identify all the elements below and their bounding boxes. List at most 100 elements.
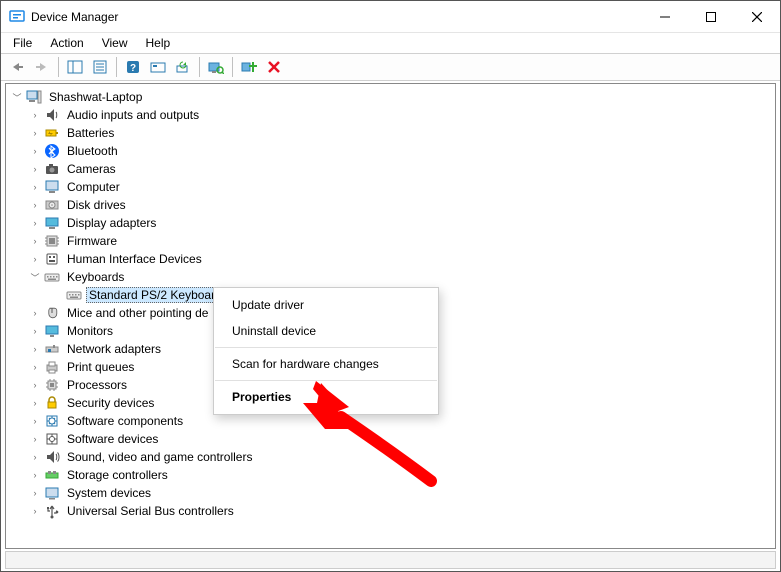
tree-category-label: Software devices	[64, 431, 161, 447]
tree-category-label: Bluetooth	[64, 143, 121, 159]
tree-category[interactable]: › Cameras	[6, 160, 775, 178]
category-icon	[44, 485, 60, 501]
category-icon	[44, 197, 60, 213]
category-icon	[44, 413, 60, 429]
expander-right-icon[interactable]: ›	[28, 324, 42, 338]
category-icon	[44, 125, 60, 141]
tree-category-label: Human Interface Devices	[64, 251, 205, 267]
toolbar: ?	[1, 53, 780, 81]
tree-category-label: Network adapters	[64, 341, 164, 357]
help-button[interactable]: ?	[121, 56, 145, 78]
category-icon	[44, 161, 60, 177]
toolbar-separator	[199, 57, 200, 77]
tree-category-label: Mice and other pointing de	[64, 305, 211, 321]
tree-category-label: Computer	[64, 179, 123, 195]
properties-button[interactable]	[88, 56, 112, 78]
expander-right-icon[interactable]: ›	[28, 144, 42, 158]
back-button[interactable]	[5, 56, 29, 78]
app-icon	[9, 9, 25, 25]
close-button[interactable]	[734, 1, 780, 32]
svg-text:?: ?	[130, 63, 136, 74]
category-icon	[44, 323, 60, 339]
context-menu: Update driver Uninstall device Scan for …	[213, 287, 439, 415]
menu-action[interactable]: Action	[42, 34, 91, 52]
expander-right-icon[interactable]: ›	[28, 252, 42, 266]
tree-category[interactable]: ›Firmware	[6, 232, 775, 250]
expander-right-icon[interactable]: ›	[28, 396, 42, 410]
update-driver-button[interactable]	[171, 56, 195, 78]
tree-category[interactable]: › Software devices	[6, 430, 775, 448]
computer-root-icon	[26, 89, 42, 105]
tree-category[interactable]: › Storage controllers	[6, 466, 775, 484]
tree-category[interactable]: ›Disk drives	[6, 196, 775, 214]
menu-file[interactable]: File	[5, 34, 40, 52]
scan-hardware-button[interactable]	[204, 56, 228, 78]
category-icon	[44, 179, 60, 195]
tree-category-label: Display adapters	[64, 215, 159, 231]
delete-button[interactable]	[262, 56, 286, 78]
tree-category-label: Cameras	[64, 161, 119, 177]
expander-right-icon[interactable]: ›	[28, 342, 42, 356]
show-hide-tree-button[interactable]	[63, 56, 87, 78]
tree-root[interactable]: ﹀ Shashwat-Laptop	[6, 88, 775, 106]
expander-right-icon[interactable]: ›	[28, 306, 42, 320]
expander-down-icon[interactable]: ﹀	[28, 270, 42, 284]
tree-category[interactable]: › Computer	[6, 178, 775, 196]
context-properties[interactable]: Properties	[214, 384, 438, 410]
menu-view[interactable]: View	[94, 34, 136, 52]
category-icon	[44, 341, 60, 357]
expander-right-icon[interactable]: ›	[28, 450, 42, 464]
expander-right-icon[interactable]: ›	[28, 216, 42, 230]
menu-help[interactable]: Help	[138, 34, 179, 52]
category-icon	[44, 305, 60, 321]
expander-right-icon[interactable]: ›	[28, 432, 42, 446]
tree-category[interactable]: › Universal Serial Bus controllers	[6, 502, 775, 520]
expander-right-icon[interactable]: ›	[28, 126, 42, 140]
context-separator	[215, 347, 437, 348]
category-icon	[44, 431, 60, 447]
tree-category[interactable]: › Human Interface Devices	[6, 250, 775, 268]
tree-category-label: System devices	[64, 485, 154, 501]
expander-right-icon[interactable]: ›	[28, 360, 42, 374]
tree-category[interactable]: ﹀Keyboards	[6, 268, 775, 286]
category-icon	[44, 377, 60, 393]
tree-category[interactable]: ›Sound, video and game controllers	[6, 448, 775, 466]
tree-category-label: Monitors	[64, 323, 116, 339]
expander-right-icon[interactable]: ›	[28, 162, 42, 176]
maximize-button[interactable]	[688, 1, 734, 32]
tree-category-label: Software components	[64, 413, 186, 429]
expander-right-icon[interactable]: ›	[28, 486, 42, 500]
category-icon	[44, 449, 60, 465]
minimize-button[interactable]	[642, 1, 688, 32]
tree-category-label: Storage controllers	[64, 467, 171, 483]
tree-device-label: Standard PS/2 Keyboard	[86, 287, 225, 303]
expander-right-icon[interactable]: ›	[28, 504, 42, 518]
expander-right-icon[interactable]: ›	[28, 378, 42, 392]
tree-category[interactable]: › Display adapters	[6, 214, 775, 232]
expander-right-icon[interactable]: ›	[28, 414, 42, 428]
context-update-driver[interactable]: Update driver	[214, 292, 438, 318]
context-separator	[215, 380, 437, 381]
tree-category[interactable]: › Batteries	[6, 124, 775, 142]
expander-right-icon[interactable]: ›	[28, 468, 42, 482]
tree-category[interactable]: › System devices	[6, 484, 775, 502]
expander-right-icon[interactable]: ›	[28, 234, 42, 248]
context-uninstall-device[interactable]: Uninstall device	[214, 318, 438, 344]
forward-button[interactable]	[30, 56, 54, 78]
tree-category-label: Universal Serial Bus controllers	[64, 503, 237, 519]
category-icon	[44, 395, 60, 411]
action-button[interactable]	[146, 56, 170, 78]
category-icon	[44, 269, 60, 285]
tree-category-label: Batteries	[64, 125, 117, 141]
tree-category[interactable]: ›Audio inputs and outputs	[6, 106, 775, 124]
expander-down-icon[interactable]: ﹀	[10, 90, 24, 104]
expander-right-icon[interactable]: ›	[28, 198, 42, 212]
expander-right-icon[interactable]: ›	[28, 180, 42, 194]
tree-category[interactable]: › Bluetooth	[6, 142, 775, 160]
tree-category-label: Processors	[64, 377, 130, 393]
uninstall-button[interactable]	[237, 56, 261, 78]
expander-right-icon[interactable]: ›	[28, 108, 42, 122]
menubar: File Action View Help	[1, 33, 780, 53]
window-controls	[642, 1, 780, 32]
context-scan-hardware[interactable]: Scan for hardware changes	[214, 351, 438, 377]
